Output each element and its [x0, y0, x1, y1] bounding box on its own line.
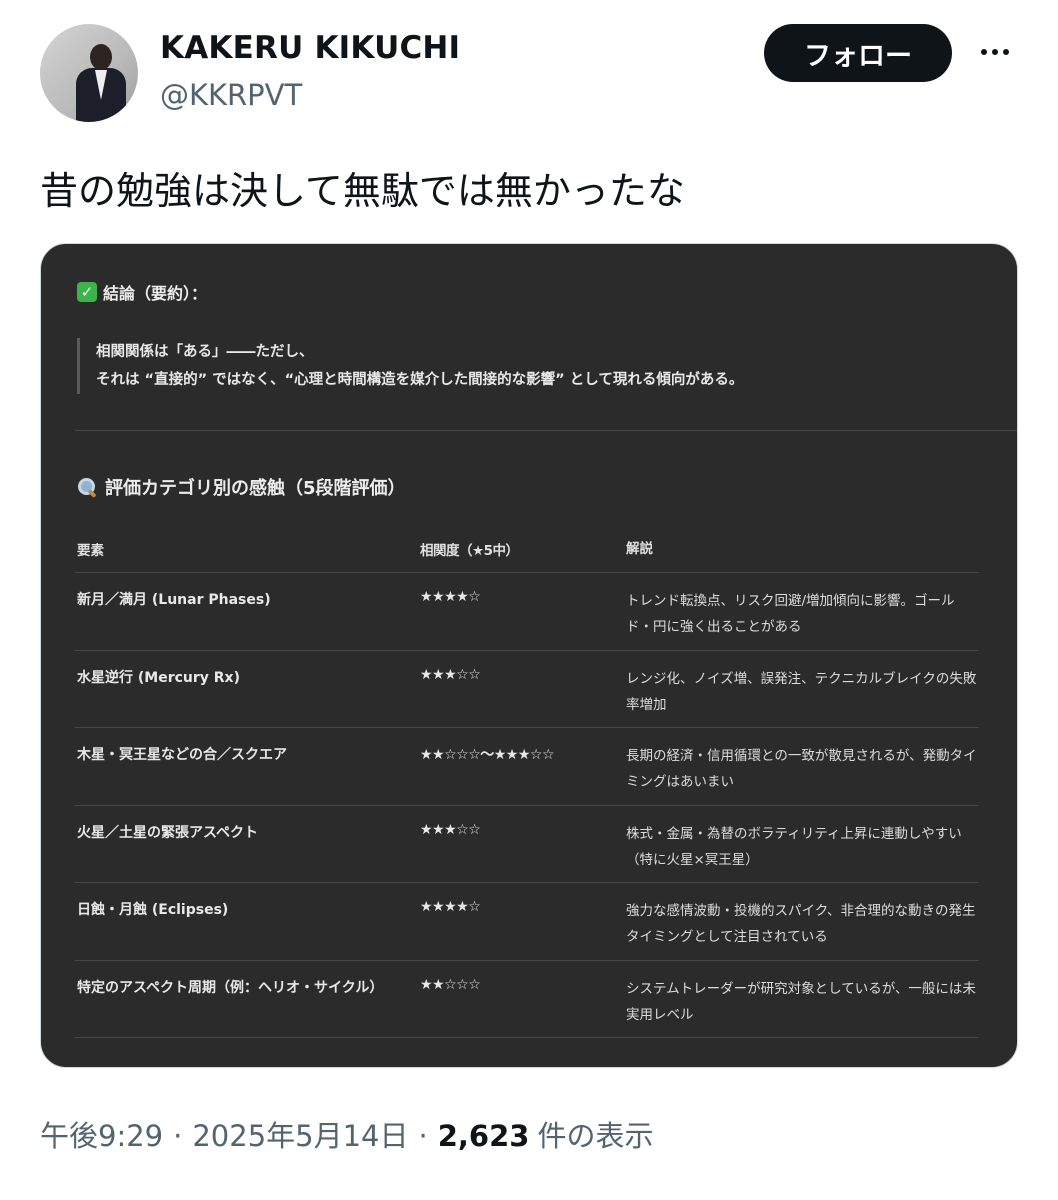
table-row: 火星／土星の緊張アスペクト ★★★☆☆ 株式・金属・為替のボラティリティ上昇に連…	[75, 806, 979, 883]
cell-factor: 新月／満月 (Lunar Phases)	[77, 592, 271, 608]
cell-factor: 木星・冥王星などの合／スクエア	[77, 747, 287, 763]
tweet-date[interactable]: 2025年5月14日	[192, 1113, 408, 1155]
conclusion-title: 結論（要約）：	[103, 284, 208, 303]
cell-rating: ★★☆☆☆	[420, 976, 481, 993]
author-name[interactable]: KAKERU KIKUCHI	[160, 30, 460, 66]
magnifier-icon	[77, 477, 97, 497]
check-icon: ✓	[77, 282, 97, 302]
table-row: 日蝕・月蝕 (Eclipses) ★★★★☆ 強力な感情波動・投機的スパイク、非…	[75, 883, 979, 961]
attached-image[interactable]: ✓ 結論（要約）： 相関関係は「ある」――ただし、 それは “直接的” ではなく…	[40, 243, 1018, 1068]
header-factor: 要素	[77, 543, 104, 559]
evaluation-table: 要素 相関度（★5中） 解説 新月／満月 (Lunar Phases) ★★★★…	[75, 526, 979, 1038]
cell-factor: 火星／土星の緊張アスペクト	[77, 824, 259, 841]
header-description: 解説	[626, 540, 653, 557]
cell-rating: ★★★★☆	[420, 589, 481, 605]
cell-description: 長期の経済・信用循環との一致が散見されるが、発動タイミングはあいまい	[626, 748, 977, 790]
meta-separator: ·	[173, 1119, 183, 1153]
tweet-meta: 午後9:29 · 2025年5月14日 · 2,623 件の表示	[40, 1113, 653, 1155]
avatar[interactable]	[40, 24, 138, 122]
quote-line: 相関関係は「ある」――ただし、	[96, 344, 314, 360]
table-row: 特定のアスペクト周期（例：ヘリオ・サイクル） ★★☆☆☆ システムトレーダーが研…	[75, 961, 979, 1038]
cell-rating: ★★★★☆	[420, 899, 481, 915]
cell-description: トレンド転換点、リスク回避/増加傾向に影響。ゴールド・円に強く出ることがある	[626, 593, 955, 635]
meta-separator: ·	[418, 1119, 428, 1153]
cell-description: レンジ化、ノイズ増、誤発注、テクニカルブレイクの失敗率増加	[626, 670, 977, 713]
cell-factor: 水星逆行 (Mercury Rx)	[77, 669, 240, 686]
cell-rating: ★★★☆☆	[420, 821, 481, 838]
more-options-icon[interactable]	[970, 30, 1020, 74]
table-header: 要素 相関度（★5中） 解説	[75, 526, 979, 573]
evaluation-title: 評価カテゴリ別の感触（5段階評価）	[105, 478, 406, 499]
views-label[interactable]: 件の表示	[537, 1113, 653, 1155]
cell-factor: 日蝕・月蝕 (Eclipses)	[77, 902, 229, 918]
cell-factor: 特定のアスペクト周期（例：ヘリオ・サイクル）	[77, 979, 384, 996]
cell-rating: ★★★☆☆	[420, 666, 481, 683]
conclusion-heading: ✓ 結論（要約）：	[77, 280, 207, 304]
evaluation-heading: 評価カテゴリ別の感触（5段階評価）	[77, 474, 406, 500]
tweet-time[interactable]: 午後9:29	[40, 1113, 163, 1155]
divider	[75, 430, 1017, 431]
header-rating: 相関度（★5中）	[420, 543, 519, 559]
tweet-text: 昔の勉強は決して無駄では無かったな	[40, 169, 685, 213]
table-row: 新月／満月 (Lunar Phases) ★★★★☆ トレンド転換点、リスク回避…	[75, 573, 979, 651]
cell-description: システムトレーダーが研究対象としているが、一般には未実用レベル	[626, 980, 976, 1023]
views-count[interactable]: 2,623	[438, 1119, 530, 1153]
table-row: 木星・冥王星などの合／スクエア ★★☆☆☆〜★★★☆☆ 長期の経済・信用循環との…	[75, 728, 979, 806]
table-row: 水星逆行 (Mercury Rx) ★★★☆☆ レンジ化、ノイズ増、誤発注、テク…	[75, 651, 979, 728]
conclusion-quote: 相関関係は「ある」――ただし、 それは “直接的” ではなく、“心理と時間構造を…	[77, 338, 743, 394]
quote-line: それは “直接的” ではなく、“心理と時間構造を媒介した間接的な影響” として現…	[96, 372, 744, 388]
cell-description: 強力な感情波動・投機的スパイク、非合理的な動きの発生タイミングとして注目されてい…	[626, 903, 976, 945]
follow-button[interactable]: フォロー	[764, 24, 952, 82]
cell-description: 株式・金属・為替のボラティリティ上昇に連動しやすい（特に火星×冥王星）	[626, 825, 962, 868]
author-handle[interactable]: @KKRPVT	[160, 78, 302, 112]
cell-rating: ★★☆☆☆〜★★★☆☆	[420, 747, 555, 763]
